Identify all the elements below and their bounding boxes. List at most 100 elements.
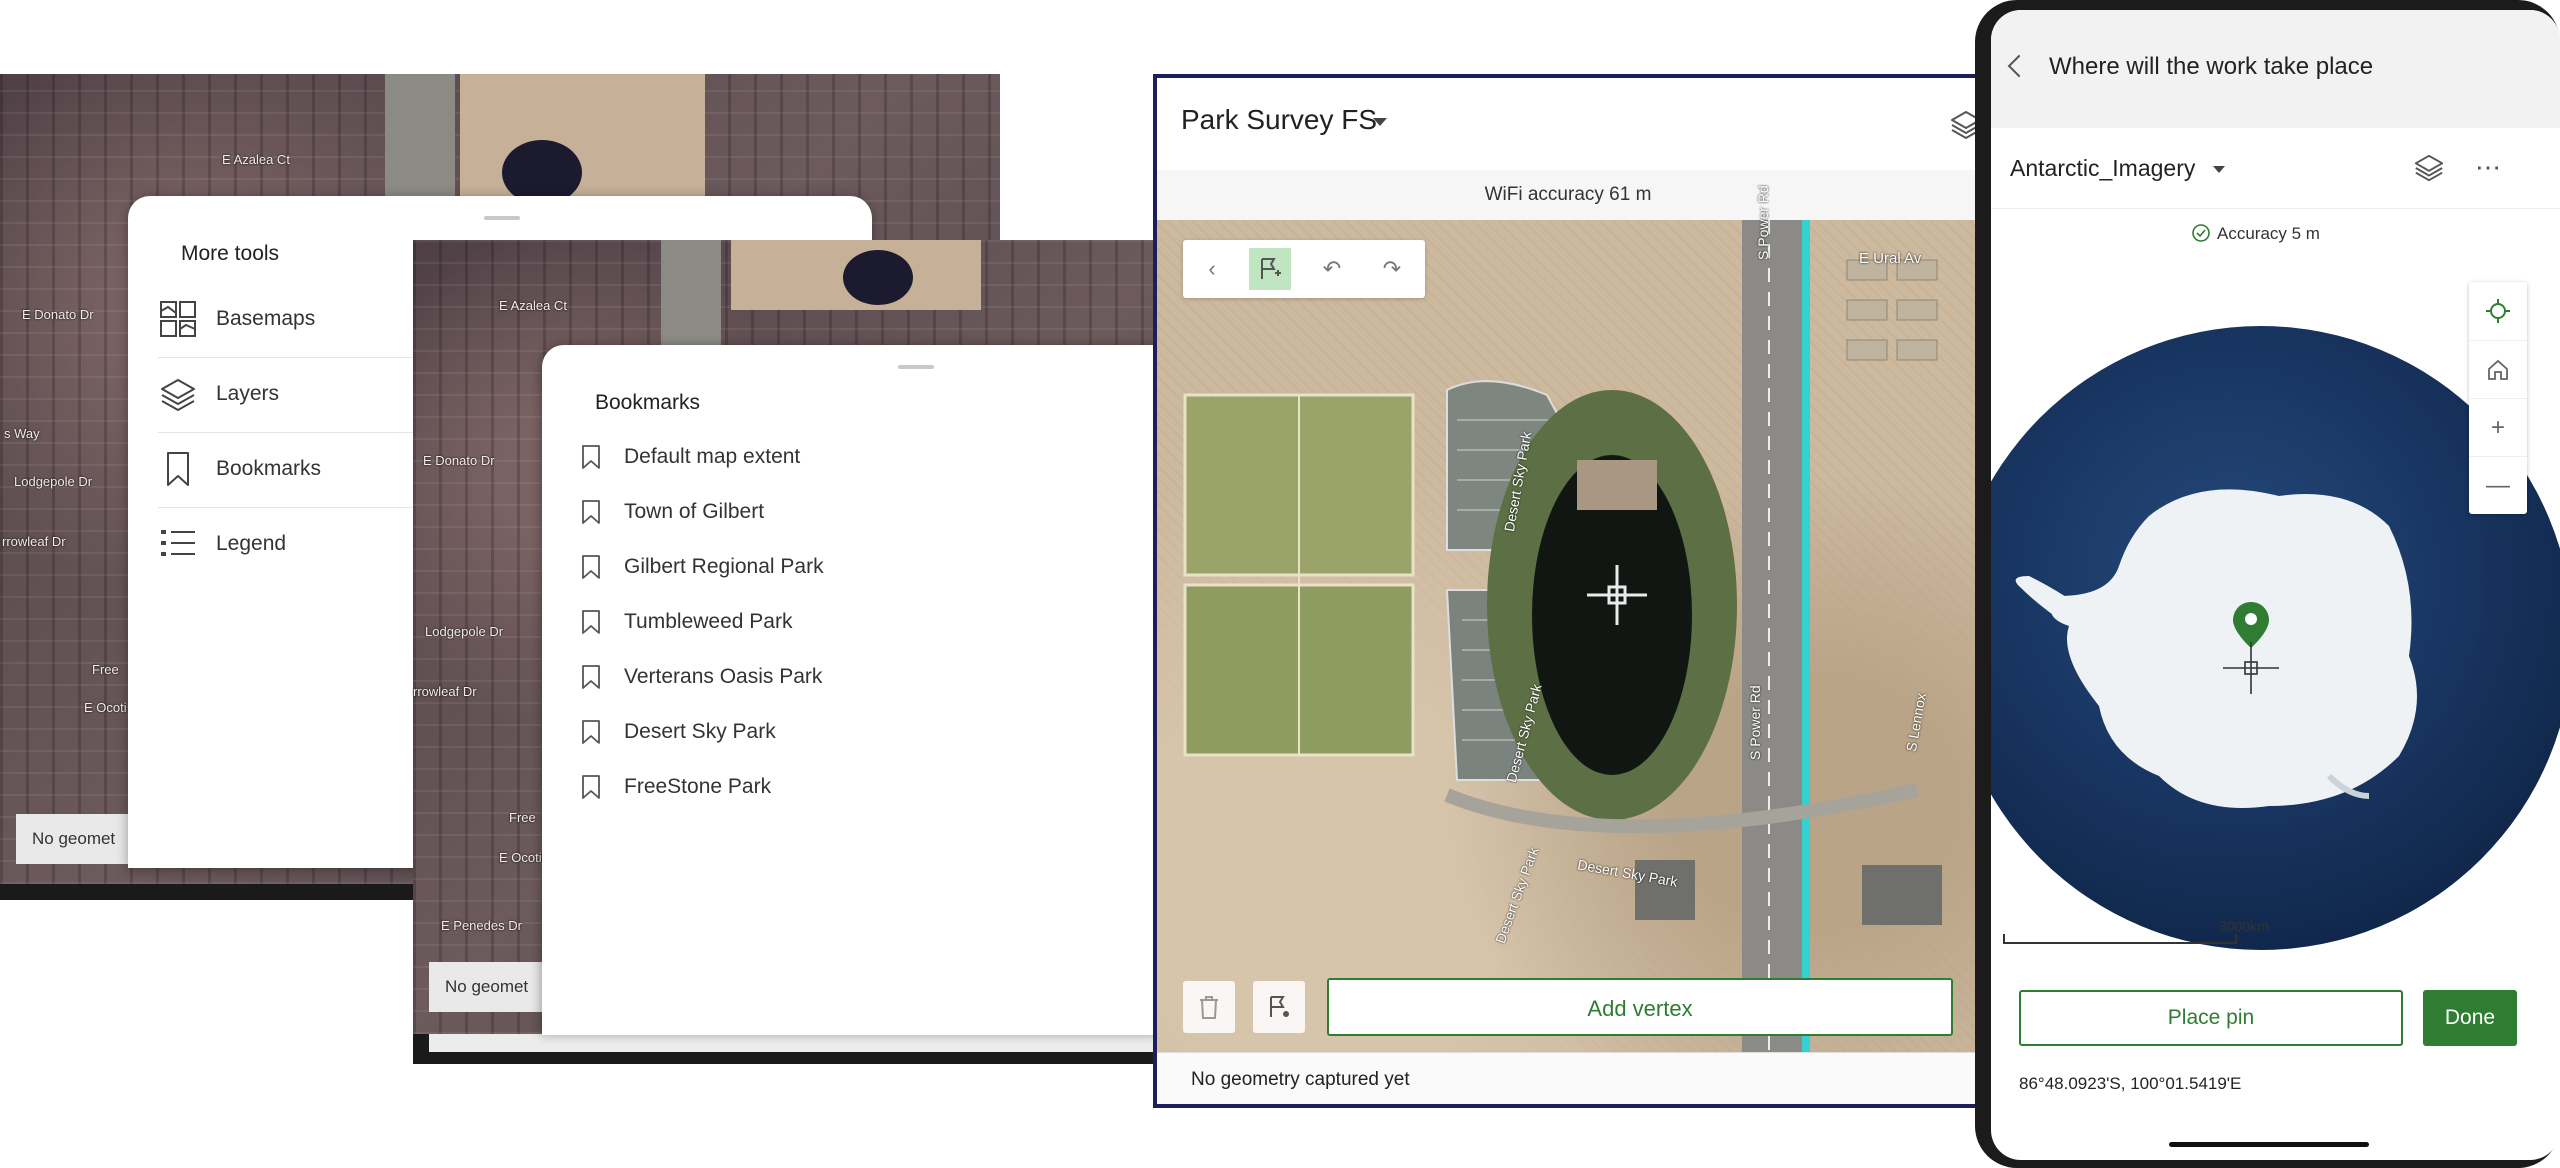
tool-legend[interactable]: Legend	[158, 507, 286, 581]
bookmark-item[interactable]: Default map extent	[580, 429, 800, 484]
map-label: rrowleaf Dr	[413, 684, 477, 699]
sketch-toolbar: ‹ ↶ ↷	[1183, 240, 1425, 298]
tool-basemaps[interactable]: Basemaps	[158, 282, 315, 356]
map-label: E Ocoti	[84, 700, 127, 715]
tool-layers[interactable]: Layers	[158, 357, 279, 431]
map-label: S Power Rd	[1747, 685, 1763, 760]
scale-bar	[2003, 934, 2237, 944]
map-label: E Ocotil	[499, 850, 545, 865]
accuracy-text: Accuracy 5 m	[2217, 224, 2320, 243]
page-title: Where will the work take place	[2049, 53, 2374, 80]
map-label: s Way	[4, 426, 40, 441]
tool-bookmarks[interactable]: Bookmarks	[158, 432, 321, 506]
highway	[661, 240, 721, 350]
geometry-status: No geometry captured yet	[1191, 1069, 1410, 1090]
sheet-title: Bookmarks	[595, 391, 701, 414]
bookmark-label: Default map extent	[624, 444, 801, 468]
zoom-in-icon[interactable]: +	[2469, 398, 2527, 457]
map-label: E Donato Dr	[22, 307, 94, 322]
scale-label: 3000km	[2219, 918, 2269, 934]
tool-label: Legend	[216, 532, 287, 555]
add-vertex-tool-icon[interactable]	[1249, 248, 1291, 290]
bookmark-item[interactable]: Verterans Oasis Park	[580, 649, 822, 704]
layers-icon[interactable]	[2413, 152, 2445, 184]
bookmark-icon	[582, 499, 600, 524]
bookmark-icon	[582, 554, 600, 579]
bookmark-item[interactable]: FreeStone Park	[580, 759, 771, 814]
undo-icon[interactable]: ↶	[1311, 248, 1353, 290]
layers-icon	[161, 379, 195, 411]
map-title[interactable]: Antarctic_Imagery	[2010, 155, 2195, 182]
sheet-grabber[interactable]	[898, 365, 934, 369]
bookmark-icon	[582, 774, 600, 799]
check-circle-icon	[2192, 224, 2210, 242]
map-label: E Ural Av	[1859, 250, 1922, 267]
bookmark-item[interactable]: Town of Gilbert	[580, 484, 764, 539]
map-label: E Donato Dr	[423, 453, 495, 468]
bookmark-icon	[582, 664, 600, 689]
map-label: Free	[92, 662, 119, 677]
coordinate-readout: 86°48.0923'S, 100°01.5419'E	[2019, 1074, 2242, 1093]
chevron-down-icon[interactable]	[2213, 166, 2225, 173]
sheet-grabber[interactable]	[484, 216, 520, 220]
tool-label: Basemaps	[216, 307, 316, 330]
bookmark-label: Desert Sky Park	[624, 719, 776, 743]
status-bar: No geometry captured yet	[1157, 1052, 1979, 1104]
done-button[interactable]: Done	[2423, 990, 2517, 1046]
more-options-icon[interactable]: ⋯	[2475, 152, 2503, 183]
map-label: E Penedes Dr	[441, 918, 522, 933]
map-controls: + —	[2469, 282, 2527, 514]
bookmark-label: Tumbleweed Park	[624, 609, 793, 633]
status-chip: No geomet	[429, 962, 558, 1012]
location-pin-icon[interactable]	[2211, 598, 2291, 698]
map-label: Lodgepole Dr	[14, 474, 93, 489]
location-picker-screen: Where will the work take place Antarctic…	[1991, 10, 2560, 1160]
nav-header: Where will the work take place	[1991, 10, 2560, 128]
bookmark-label: Town of Gilbert	[624, 499, 765, 523]
map-label: Lodgepole Dr	[425, 624, 504, 639]
gps-accuracy-banner: WiFi accuracy 61 m	[1157, 170, 1979, 221]
sheet-title: More tools	[181, 242, 280, 265]
zoom-out-icon[interactable]: —	[2469, 456, 2527, 515]
place-pin-button[interactable]: Place pin	[2019, 990, 2403, 1046]
map-view[interactable]: S Power Rd E Ural Av Desert Sky Park Des…	[1157, 185, 1979, 1052]
map-label: S Power Rd	[1755, 185, 1771, 260]
home-icon[interactable]	[2469, 340, 2527, 399]
bookmark-label: Verterans Oasis Park	[624, 664, 823, 688]
home-indicator[interactable]	[2169, 1142, 2369, 1147]
pond	[843, 250, 913, 305]
status-chip: No geomet	[16, 814, 144, 864]
chevron-down-icon[interactable]	[1373, 118, 1387, 126]
map-label: rrowleaf Dr	[2, 534, 66, 549]
bookmark-item[interactable]: Gilbert Regional Park	[580, 539, 824, 594]
park-survey-screen: Park Survey FS WiFi accuracy 61 m S Powe…	[1153, 74, 1983, 1108]
bookmark-icon	[167, 452, 189, 486]
map-header: Antarctic_Imagery ⋯	[1991, 128, 2560, 208]
map-title[interactable]: Park Survey FS	[1181, 104, 1377, 136]
chevron-left-icon[interactable]: ‹	[1191, 248, 1233, 290]
bookmark-label: FreeStone Park	[624, 774, 772, 798]
bookmark-icon	[582, 719, 600, 744]
bottom-bar	[429, 1034, 1163, 1052]
bookmarks-sheet: Bookmarks Default map extent Town of Gilb…	[542, 345, 1162, 1035]
add-vertex-button[interactable]: Add vertex	[1327, 978, 1953, 1036]
map-view[interactable]: + — 3000km	[1991, 258, 2560, 980]
tool-label: Bookmarks	[216, 457, 322, 480]
bookmark-item[interactable]: Tumbleweed Park	[580, 594, 792, 649]
trash-icon[interactable]	[1183, 981, 1235, 1033]
place-vertex-icon[interactable]	[1253, 981, 1305, 1033]
bookmark-icon	[582, 444, 600, 469]
basemap-gallery-icon	[160, 301, 196, 337]
bookmark-label: Gilbert Regional Park	[624, 554, 824, 578]
legend-icon	[161, 530, 195, 556]
park-imagery	[1183, 220, 1942, 1052]
gps-accuracy-banner: Accuracy 5 m	[1991, 208, 2560, 260]
map-label: E Azalea Ct	[499, 298, 567, 313]
bookmark-icon	[582, 609, 600, 634]
chevron-left-icon[interactable]	[2007, 54, 2031, 78]
map-label: E Azalea Ct	[222, 152, 290, 167]
redo-icon[interactable]: ↷	[1371, 248, 1413, 290]
tool-label: Layers	[216, 382, 280, 405]
bookmark-item[interactable]: Desert Sky Park	[580, 704, 776, 759]
locate-icon[interactable]	[2469, 282, 2527, 340]
